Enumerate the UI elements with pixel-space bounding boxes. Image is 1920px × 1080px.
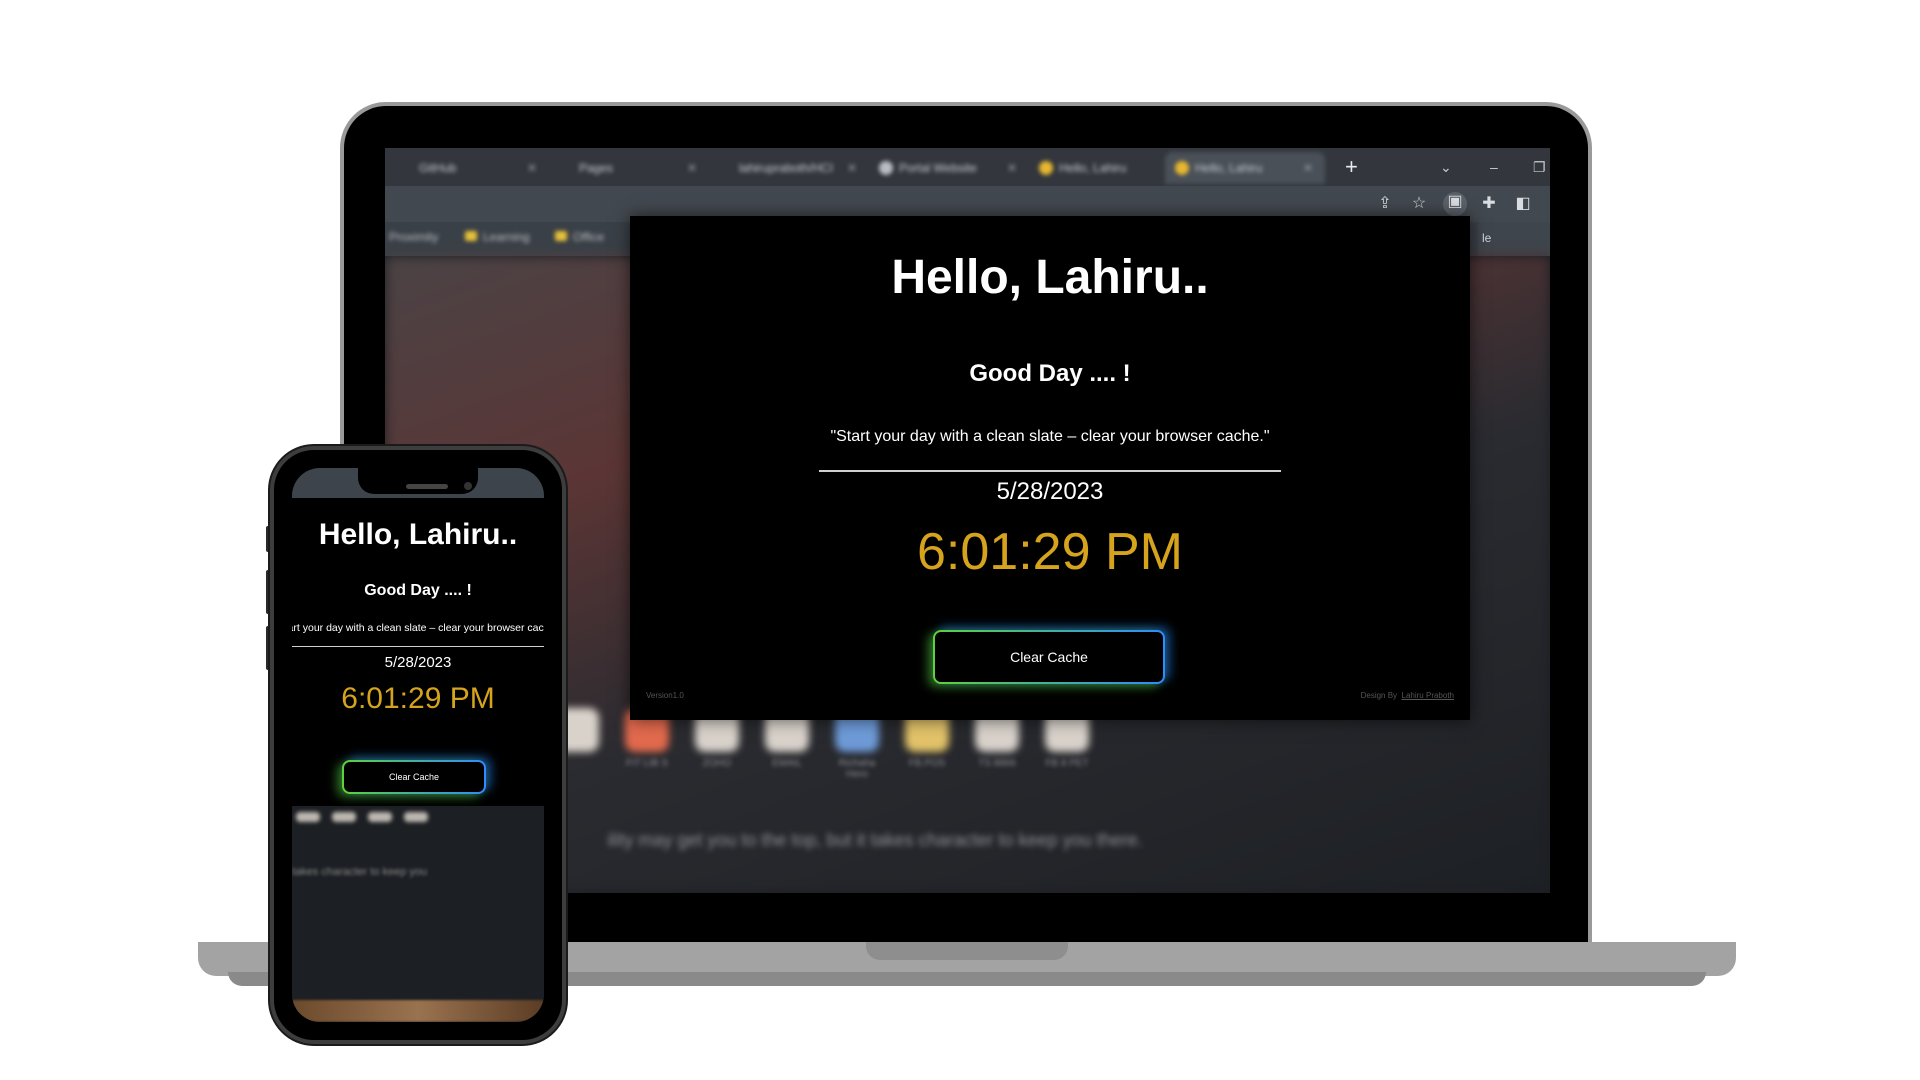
shortcut-label: TS 8866: [978, 758, 1016, 769]
date-display: 5/28/2023: [996, 478, 1104, 505]
laptop-notch: [866, 942, 1068, 960]
bookmark-label: Learning: [483, 230, 530, 244]
bookmark-item[interactable]: Proximity: [389, 230, 438, 244]
clear-cache-button[interactable]: Clear Cache: [342, 760, 486, 794]
good-day-subtitle: Good Day .... !: [364, 582, 472, 599]
browser-tab-bar: GitHub ✕ Pages ✕ lahirupraboth/HCI ✕ Portal…: [385, 148, 1550, 186]
quote-text: "Start your day with a clean slate – cle…: [292, 622, 544, 634]
browser-tab[interactable]: GitHub ✕: [389, 152, 549, 184]
chevron-down-icon[interactable]: ⌄: [1440, 150, 1452, 184]
phone-screen: Hello, Lahiru.. Good Day .... ! "Start y…: [292, 468, 544, 1022]
shortcut-label: ZOHO: [702, 758, 732, 769]
shortcut-label: FB.POS: [908, 758, 946, 769]
tab-label: Portal Website: [899, 161, 977, 175]
design-by-label: Design By: [1360, 691, 1398, 700]
shortcut-tile[interactable]: [368, 812, 392, 822]
extension-app-icon[interactable]: ▣: [1443, 192, 1467, 216]
version-label: Version1.0: [646, 691, 684, 700]
star-icon[interactable]: ☆: [1409, 194, 1429, 214]
background-quote: ility may get you to the top, but it tak…: [607, 830, 1143, 850]
tab-label: GitHub: [419, 161, 457, 175]
shortcut-tile[interactable]: [332, 812, 356, 822]
minimize-button[interactable]: –: [1490, 150, 1498, 184]
close-icon[interactable]: ✕: [527, 152, 537, 184]
tab-label: Hello, Lahiru: [1059, 161, 1127, 175]
shortcut-tile[interactable]: [296, 812, 320, 822]
new-tab-button[interactable]: +: [1345, 150, 1358, 184]
share-icon[interactable]: ⇪: [1375, 194, 1395, 214]
phone-background: takes character to keep you: [292, 806, 544, 1022]
bookmark-label: Proximity: [389, 230, 439, 244]
phone-frame: Hello, Lahiru.. Good Day .... ! "Start y…: [270, 446, 566, 1044]
bookmark-label: Office: [573, 230, 605, 244]
quote-text: "Start your day with a clean slate – cle…: [830, 428, 1270, 445]
browser-tab[interactable]: Portal Website ✕: [869, 152, 1029, 184]
phone-extension-popup: Hello, Lahiru.. Good Day .... ! "Start y…: [292, 498, 544, 806]
speaker-icon: [406, 484, 448, 489]
extension-popup: Hello, Lahiru.. Good Day .... ! "Start y…: [630, 216, 1470, 720]
time-display: 6:01:29 PM: [341, 682, 495, 715]
date-display: 5/28/2023: [384, 654, 452, 671]
design-credit: Design By Lahiru Praboth: [1361, 691, 1454, 700]
shortcut-label: EMAIL: [771, 758, 802, 769]
browser-tab[interactable]: lahirupraboth/HCI ✕: [709, 152, 869, 184]
close-icon[interactable]: ✕: [1303, 152, 1313, 184]
divider: [292, 646, 544, 647]
greeting-heading: Hello, Lahiru..: [891, 251, 1209, 304]
side-panel-peek: le: [1478, 222, 1550, 256]
globe-icon: [879, 161, 893, 175]
puzzle-icon[interactable]: ✚: [1479, 194, 1499, 214]
greeting-heading: Hello, Lahiru..: [318, 518, 518, 551]
shortcut-label: FIT LIB S: [625, 758, 669, 769]
browser-tab[interactable]: Pages ✕: [549, 152, 709, 184]
side-panel-icon[interactable]: ◧: [1513, 194, 1533, 214]
shortcut-tile[interactable]: [404, 812, 428, 822]
clear-cache-button[interactable]: Clear Cache: [933, 630, 1165, 684]
bookmark-item[interactable]: Learning: [465, 230, 530, 244]
designer-link[interactable]: Lahiru Praboth: [1402, 691, 1454, 700]
shortcut-label: FB 8 PET: [1045, 758, 1089, 769]
tab-label: lahirupraboth/HCI: [739, 161, 834, 175]
tab-label: Pages: [579, 161, 614, 175]
extension-favicon-icon: [1039, 161, 1053, 175]
divider: [819, 470, 1281, 472]
camera-icon: [464, 482, 472, 490]
good-day-subtitle: Good Day .... !: [969, 360, 1131, 387]
tab-label: Hello, Lahiru: [1195, 161, 1263, 175]
phone-notch: [358, 468, 478, 494]
bookmark-item[interactable]: Office: [555, 230, 604, 244]
close-icon[interactable]: ✕: [1007, 152, 1017, 184]
background-quote: takes character to keep you: [292, 866, 428, 878]
close-icon[interactable]: ✕: [687, 152, 697, 184]
background-image-strip: [292, 1000, 544, 1022]
folder-icon: [555, 231, 567, 241]
close-icon[interactable]: ✕: [847, 152, 857, 184]
extension-favicon-icon: [1175, 161, 1189, 175]
time-display: 6:01:29 PM: [917, 523, 1183, 581]
shortcut-label: Richaha Hero: [838, 758, 876, 780]
browser-tab-active[interactable]: Hello, Lahiru ✕: [1165, 152, 1325, 184]
restore-button[interactable]: ❐: [1533, 150, 1546, 184]
device-mockup-stage: GitHub ✕ Pages ✕ lahirupraboth/HCI ✕ Portal…: [0, 0, 1920, 1080]
folder-icon: [465, 231, 477, 241]
